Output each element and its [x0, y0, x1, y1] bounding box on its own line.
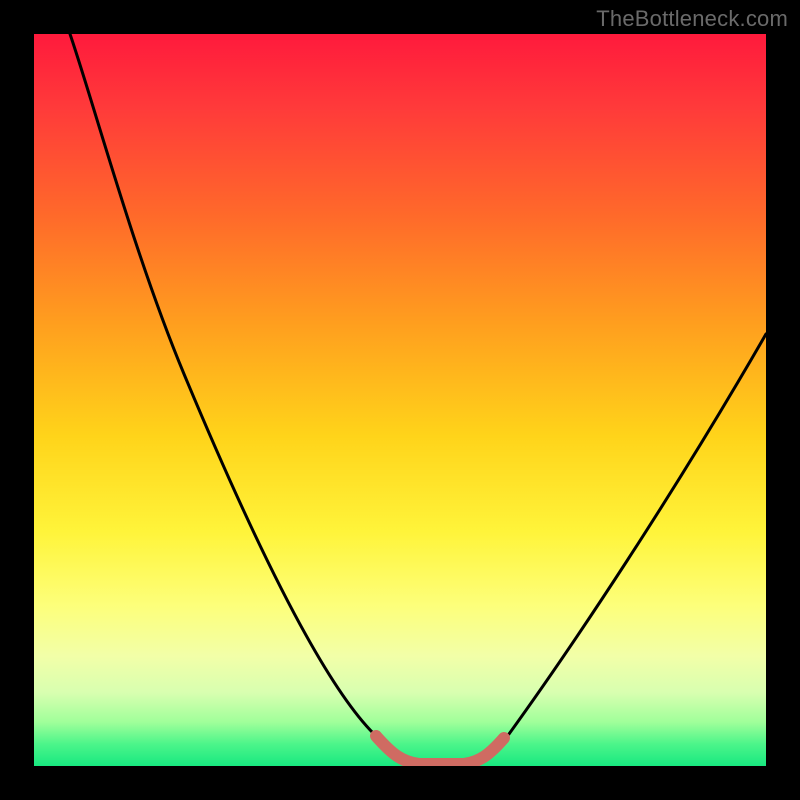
plot-area	[34, 34, 766, 766]
valley-highlight-path	[376, 736, 504, 764]
watermark-text: TheBottleneck.com	[596, 6, 788, 32]
chart-frame: TheBottleneck.com	[0, 0, 800, 800]
chart-svg	[34, 34, 766, 766]
bottleneck-curve-path	[70, 34, 766, 764]
